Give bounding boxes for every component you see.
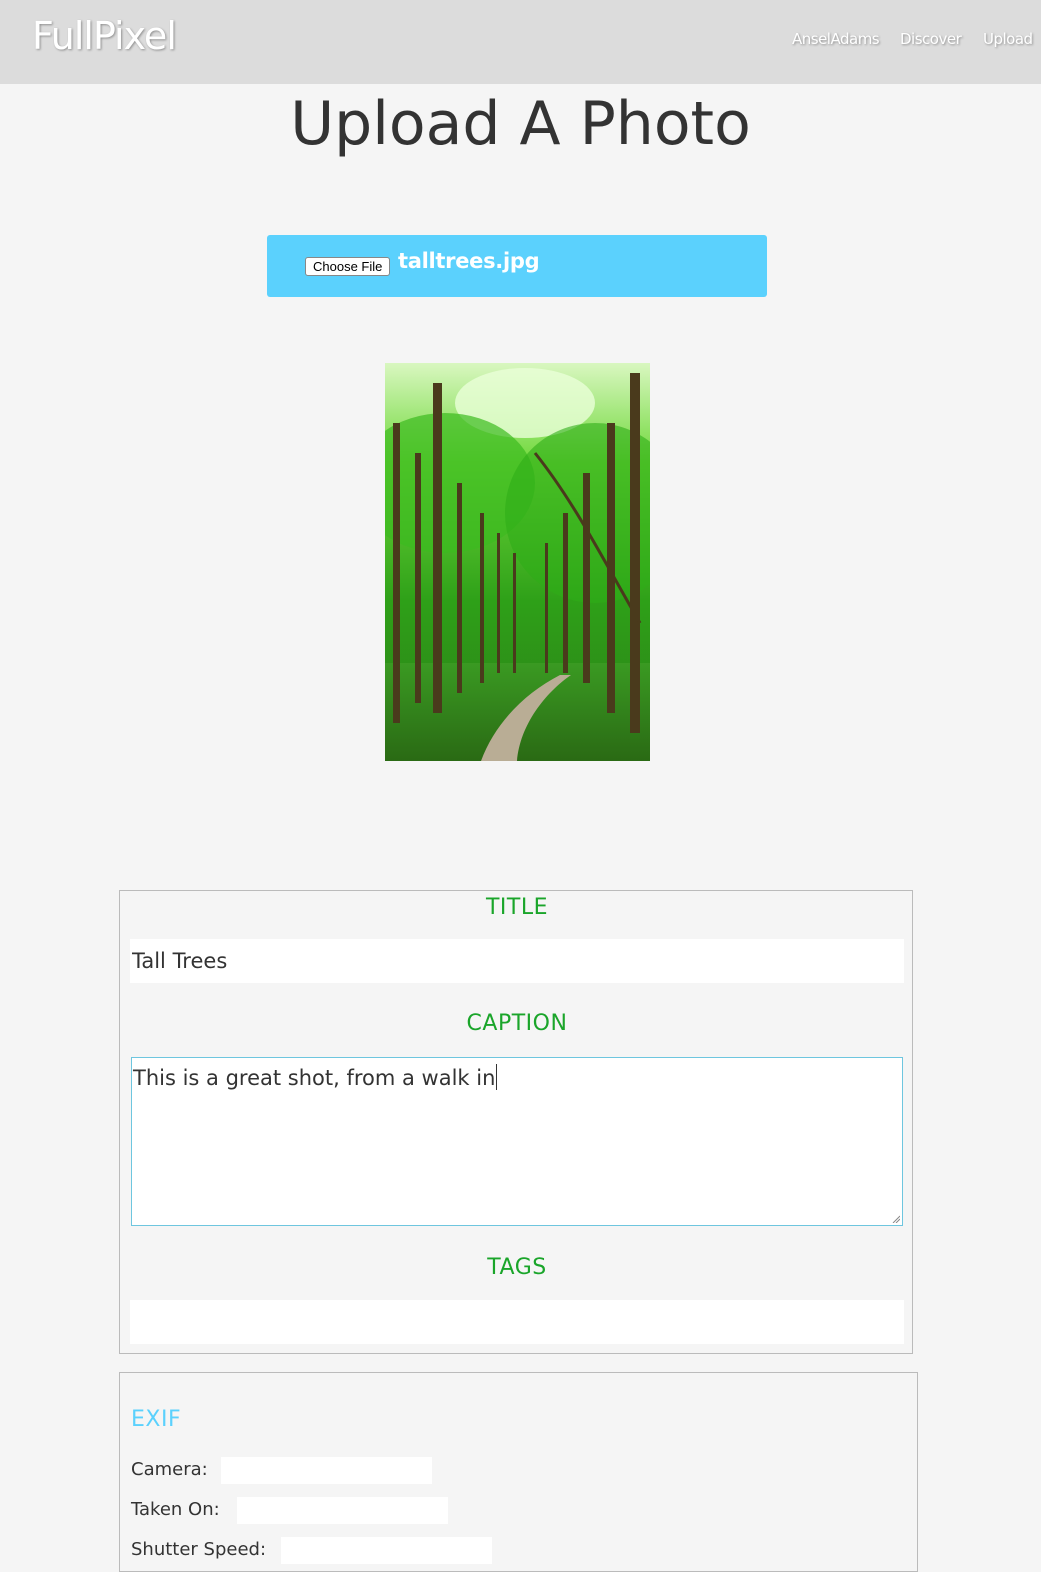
nav-link-profile[interactable]: AnselAdams <box>792 30 880 48</box>
exif-panel: EXIF Camera: Taken On: Shutter Speed: <box>119 1372 918 1572</box>
exif-camera-input[interactable] <box>221 1457 432 1484</box>
caption-label: CAPTION <box>466 1011 568 1036</box>
exif-heading: EXIF <box>131 1407 182 1432</box>
page-title: Upload A Photo <box>290 89 751 159</box>
photo-details-panel: TITLE CAPTION This is a great shot, from… <box>119 890 913 1354</box>
top-navbar: FullPixel AnselAdams Discover Upload <box>0 0 1041 84</box>
exif-shutter-speed-input[interactable] <box>281 1537 492 1564</box>
exif-taken-on-input[interactable] <box>237 1497 448 1524</box>
nav-link-discover[interactable]: Discover <box>900 30 962 48</box>
tags-input[interactable] <box>130 1300 904 1344</box>
title-label: TITLE <box>485 895 549 920</box>
caption-text: This is a great shot, from a walk in <box>133 1066 496 1090</box>
exif-taken-on-label: Taken On: <box>131 1499 220 1520</box>
nav-link-upload[interactable]: Upload <box>983 30 1033 48</box>
choose-file-button[interactable]: Choose File <box>305 257 391 276</box>
photo-preview <box>385 363 650 761</box>
text-caret <box>496 1064 498 1090</box>
caption-textarea[interactable]: This is a great shot, from a walk in <box>131 1057 903 1226</box>
exif-camera-label: Camera: <box>131 1459 208 1480</box>
brand-logo[interactable]: FullPixel <box>32 14 177 58</box>
file-upload-bar: Choose File talltrees.jpg <box>267 235 767 297</box>
tags-label: TAGS <box>487 1255 547 1280</box>
resize-grip-icon[interactable] <box>892 1215 900 1223</box>
exif-shutter-speed-label: Shutter Speed: <box>131 1539 267 1560</box>
selected-file-name: talltrees.jpg <box>398 249 540 273</box>
title-input[interactable] <box>130 939 904 983</box>
